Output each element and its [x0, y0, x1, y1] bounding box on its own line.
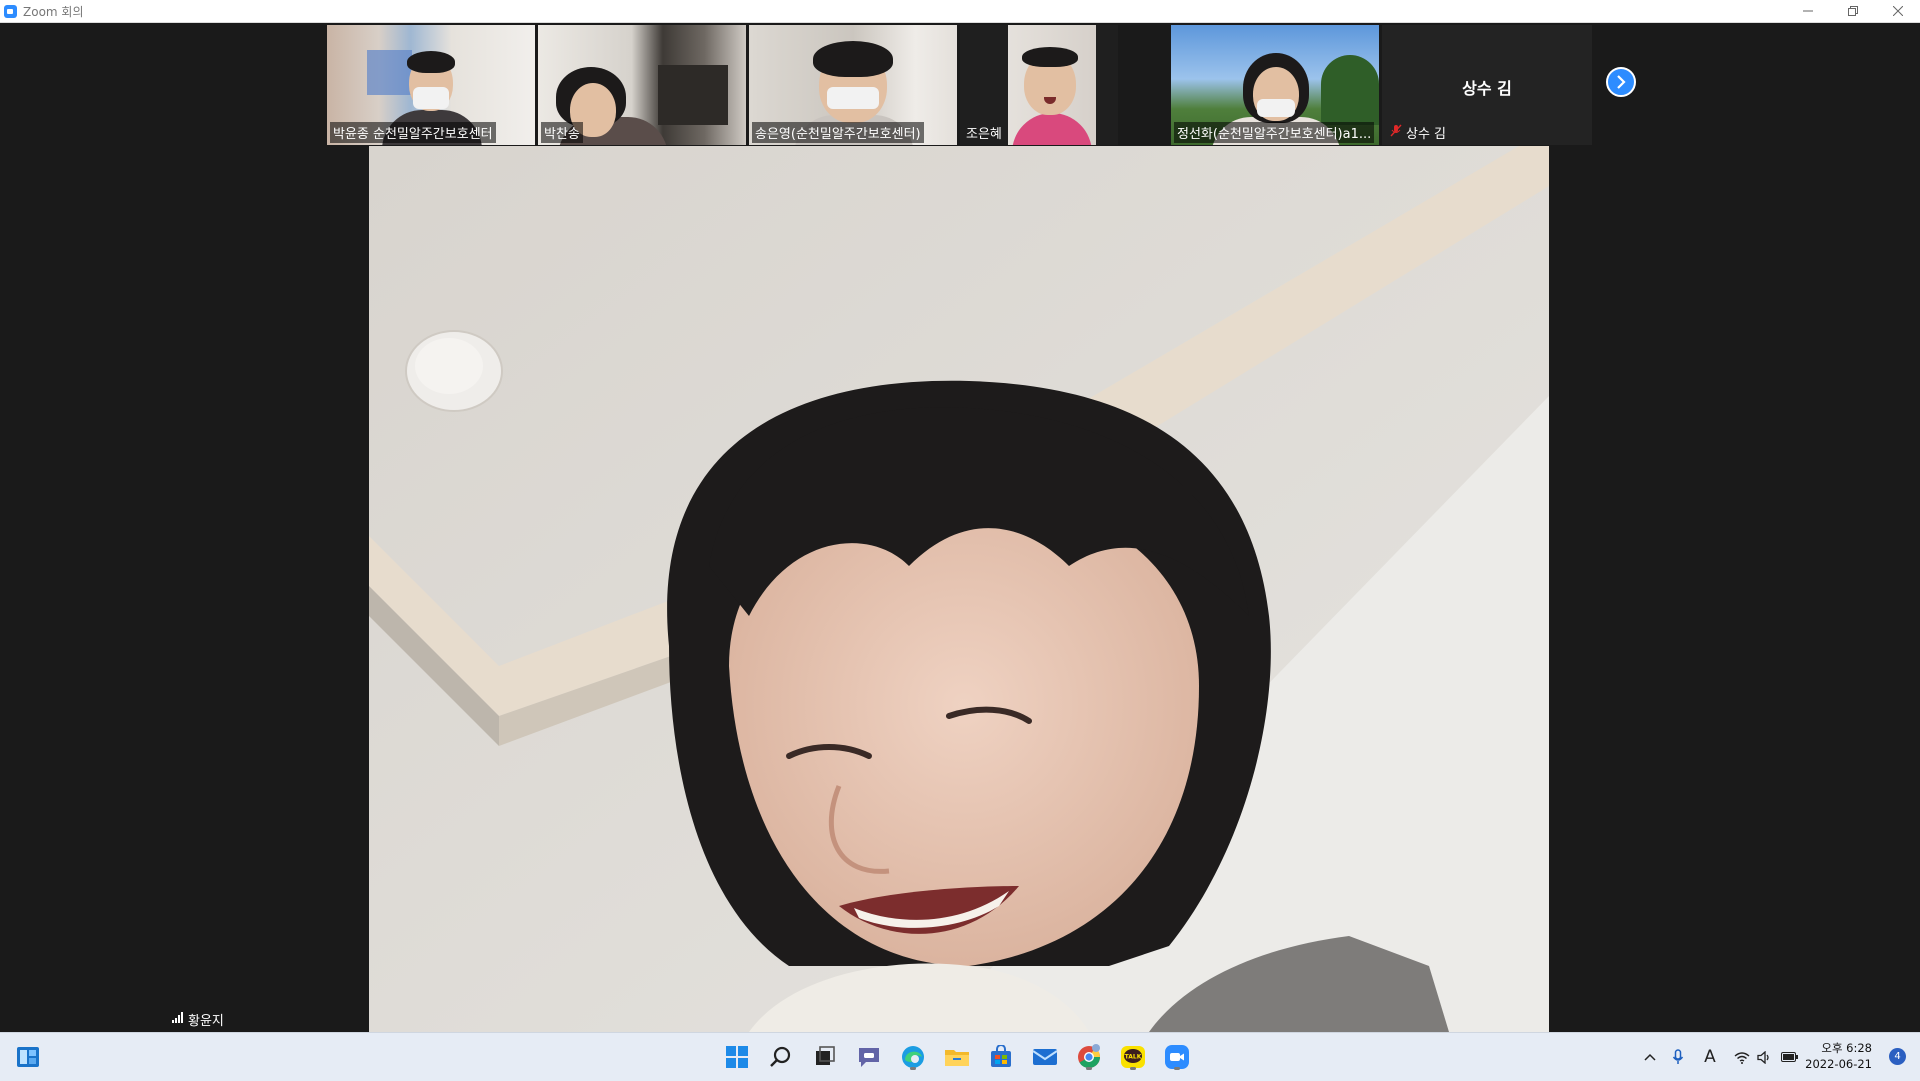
widgets-icon[interactable]: [12, 1041, 44, 1073]
restore-icon[interactable]: [1830, 0, 1875, 22]
kakaotalk-icon[interactable]: TALK: [1117, 1041, 1149, 1073]
participant-tile[interactable]: 송은영(순천밀알주간보호센터): [749, 25, 957, 145]
teams-chat-icon[interactable]: [853, 1041, 885, 1073]
notification-count-badge[interactable]: 4: [1889, 1048, 1906, 1065]
wifi-icon[interactable]: [1732, 1047, 1752, 1067]
zoom-app-icon: [4, 4, 17, 18]
gallery-strip: 박윤종 순천밀알주간보호센터 박찬송 송은영(순천밀알주간보호센터) 조은혜 정…: [327, 25, 1636, 145]
title-bar: Zoom 회의: [0, 0, 1920, 23]
task-view-icon[interactable]: [809, 1041, 841, 1073]
zoom-icon[interactable]: [1161, 1041, 1193, 1073]
search-icon[interactable]: [765, 1041, 797, 1073]
minimize-icon[interactable]: [1785, 0, 1830, 22]
input-language-indicator[interactable]: A: [1700, 1047, 1720, 1067]
running-indicator: [910, 1067, 916, 1070]
participant-display-name: 상수 김: [1462, 79, 1512, 98]
clock[interactable]: 오후 6:28 2022-06-21: [1805, 1040, 1872, 1072]
taskbar: TALK A 오후 6:28 2022-06-21 4: [0, 1032, 1920, 1081]
volume-icon[interactable]: [1754, 1047, 1774, 1067]
signal-bars-icon: [172, 1012, 184, 1027]
window-controls: [1785, 0, 1920, 22]
active-speaker-video: [369, 146, 1549, 1032]
participant-label: 상수 김: [1390, 123, 1446, 142]
clock-date: 2022-06-21: [1805, 1057, 1872, 1071]
participant-name: 조은혜: [966, 127, 1002, 142]
meeting-area: 박윤종 순천밀알주간보호센터 박찬송 송은영(순천밀알주간보호센터) 조은혜 정…: [0, 23, 1920, 1032]
battery-icon[interactable]: [1780, 1047, 1800, 1067]
participant-tile[interactable]: 조은혜: [960, 25, 1118, 145]
running-indicator: [1130, 1067, 1136, 1070]
muted-mic-icon: [1390, 124, 1402, 141]
running-indicator: [1174, 1067, 1180, 1070]
chevron-up-icon[interactable]: [1640, 1047, 1660, 1067]
microphone-icon[interactable]: [1668, 1047, 1688, 1067]
kakaotalk-label: TALK: [1125, 1054, 1142, 1061]
participant-name: 정선화(순천밀알주간보호센터)a1...: [1174, 122, 1375, 143]
start-icon[interactable]: [721, 1041, 753, 1073]
participant-name: 상수 김: [1406, 127, 1447, 142]
participant-tile[interactable]: 정선화(순천밀알주간보호센터)a1...: [1171, 25, 1379, 145]
close-icon[interactable]: [1875, 0, 1920, 22]
participant-tile-video-off[interactable]: 상수 김 상수 김: [1382, 25, 1592, 145]
active-speaker-label: 황윤지: [172, 1010, 224, 1029]
window-title: Zoom 회의: [23, 4, 84, 19]
mail-icon[interactable]: [1029, 1041, 1061, 1073]
participant-name: 송은영(순천밀알주간보호센터): [752, 122, 924, 143]
participant-name: 박찬송: [541, 122, 583, 143]
participant-name: 박윤종 순천밀알주간보호센터: [330, 122, 496, 143]
speaker-name: 황윤지: [188, 1014, 224, 1029]
store-icon[interactable]: [985, 1041, 1017, 1073]
chevron-right-icon[interactable]: [1606, 67, 1636, 97]
clock-time: 오후 6:28: [1821, 1041, 1872, 1055]
speaker-video-frame: [369, 146, 1549, 1032]
running-indicator: [1086, 1067, 1092, 1070]
edge-icon[interactable]: [897, 1041, 929, 1073]
chrome-icon[interactable]: [1073, 1041, 1105, 1073]
participant-tile[interactable]: 박윤종 순천밀알주간보호센터: [327, 25, 535, 145]
participant-video: [1008, 25, 1096, 145]
file-explorer-icon[interactable]: [941, 1041, 973, 1073]
participant-tile[interactable]: 박찬송: [538, 25, 746, 145]
